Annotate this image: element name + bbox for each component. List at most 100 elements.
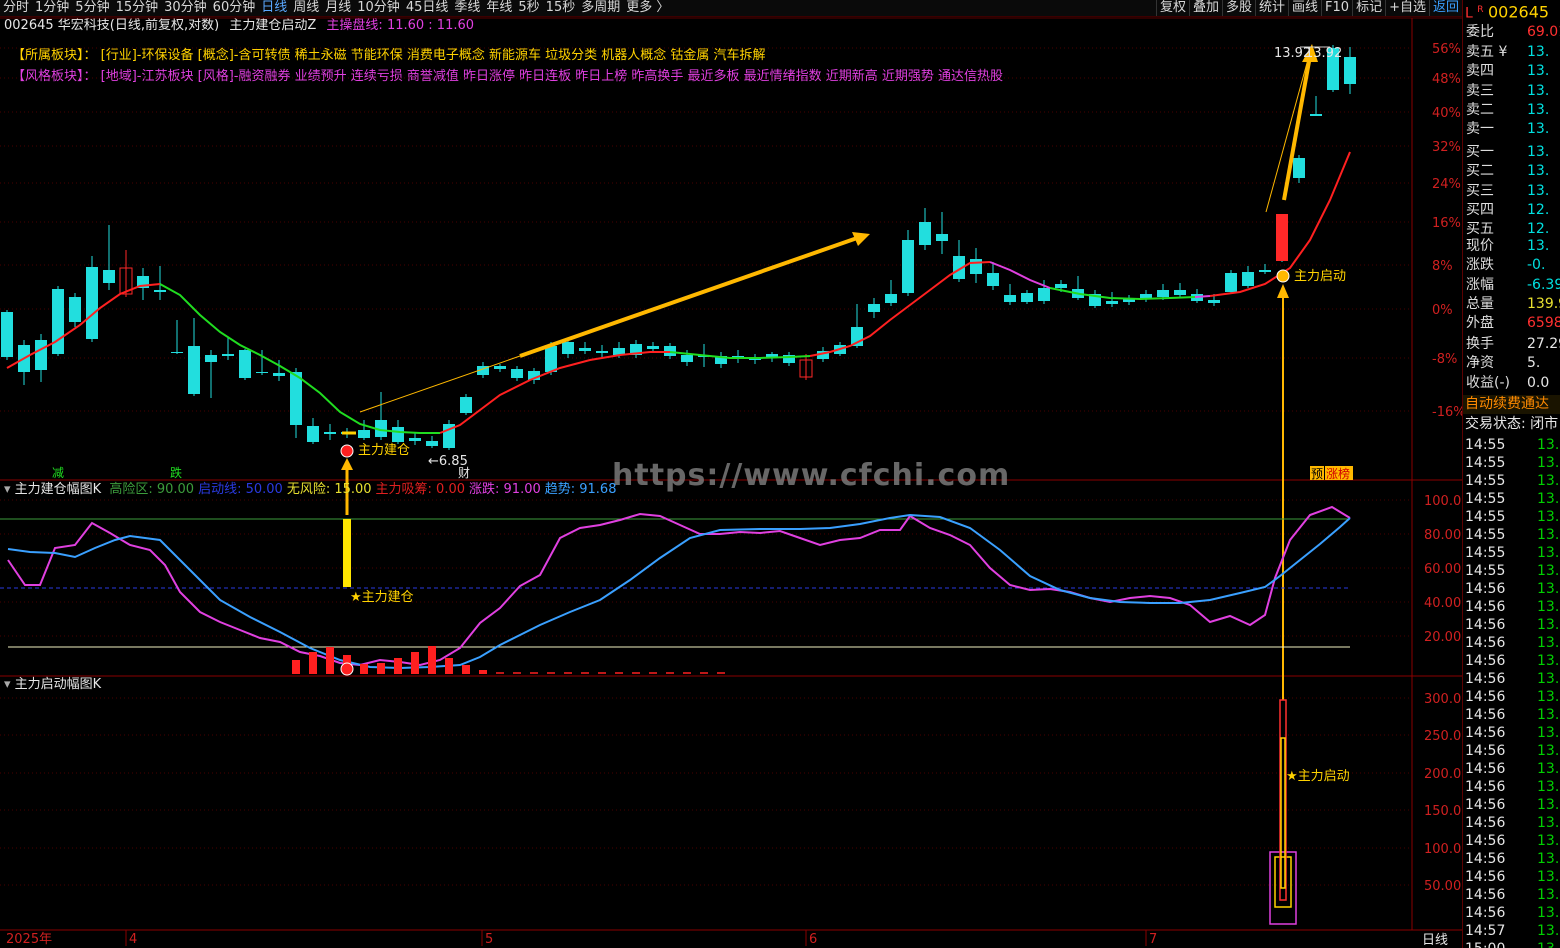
- candle-up: [799, 359, 813, 378]
- candle-down: [1344, 57, 1356, 84]
- candle-down: [783, 355, 795, 363]
- period-tab[interactable]: 5秒: [515, 0, 542, 16]
- main-line-label: 主操盘线:: [326, 18, 383, 33]
- candle-down: [1191, 294, 1203, 301]
- ma-segment-up: [439, 351, 670, 434]
- period-tab[interactable]: 周线: [290, 0, 322, 16]
- period-tab[interactable]: 45日线: [403, 0, 452, 16]
- marker-jian: 减: [52, 466, 64, 480]
- y-axis-label: 150.00: [1424, 804, 1462, 819]
- sub2-title[interactable]: 主力启动幅图K: [15, 677, 102, 692]
- toolbar-button[interactable]: +自选: [1385, 0, 1429, 16]
- toolbar-button[interactable]: 标记: [1352, 0, 1385, 16]
- period-tab[interactable]: 15分钟: [113, 0, 162, 16]
- toolbar-button[interactable]: 复权: [1155, 0, 1189, 16]
- candle-down: [715, 356, 727, 364]
- marker-cai: 财: [458, 466, 470, 480]
- period-tab[interactable]: 日线: [258, 0, 290, 16]
- sub2-header: ▾ 主力启动幅图K: [4, 677, 101, 693]
- candle-down: [1157, 290, 1169, 297]
- absorption-bar: [343, 655, 351, 674]
- marker-die: 跌: [170, 465, 182, 480]
- period-tab[interactable]: 多周期: [578, 0, 623, 16]
- toolbar-button[interactable]: 叠加: [1188, 0, 1222, 16]
- candle-down: [1106, 301, 1118, 304]
- collapse-icon[interactable]: ▾: [4, 482, 11, 497]
- candle-down: [1, 312, 13, 357]
- candle-down: [579, 348, 591, 351]
- quote-panel: L R 002645 委比 69.01 卖五 ¥13. 卖四13. 卖三13. 卖二1…: [1462, 0, 1560, 948]
- r-badge: R: [1477, 5, 1484, 15]
- tick-row: 14:5613.0: [1465, 671, 1560, 687]
- tick-row: 14:5613.0: [1465, 905, 1560, 921]
- period-tab[interactable]: 月线: [322, 0, 354, 16]
- sub1-title[interactable]: 主力建仓幅图K: [15, 482, 102, 497]
- toolbar-button[interactable]: 画线: [1288, 0, 1321, 16]
- candle-down: [834, 345, 846, 354]
- period-tab[interactable]: 10分钟: [354, 0, 403, 16]
- y-axis-label: 50.00: [1424, 879, 1461, 894]
- x-axis-label: 5: [485, 932, 493, 947]
- candle-down: [324, 432, 336, 434]
- ma-segment-down: [669, 351, 811, 359]
- period-tab[interactable]: 5分钟: [72, 0, 112, 16]
- period-tab[interactable]: 季线: [451, 0, 483, 16]
- sector-text-industry[interactable]: [行业]-环保设备 [概念]-含可转债 稀土永磁 节能环保 消费电子概念 新能源…: [101, 48, 766, 63]
- candle-down: [562, 342, 574, 354]
- tick-row: 14:5513.0: [1465, 473, 1560, 489]
- period-tab[interactable]: 15秒: [543, 0, 579, 16]
- period-tab[interactable]: 更多 〉: [623, 0, 672, 16]
- period-tab[interactable]: 60分钟: [210, 0, 259, 16]
- toolbar-button[interactable]: 多股: [1221, 0, 1255, 16]
- candle-down: [477, 366, 489, 375]
- toolbar-button[interactable]: 统计: [1255, 0, 1288, 16]
- candle-down: [987, 273, 999, 286]
- ma-segment-up: [1209, 151, 1351, 297]
- toolbar-button[interactable]: F10: [1321, 0, 1352, 16]
- ma-segment-down: [1049, 287, 1196, 301]
- peak-price-label: 13.92: [1274, 46, 1311, 61]
- sector-text-style[interactable]: [地域]-江苏板块 [风格]-融资融券 业绩预升 连续亏损 商誉减值 昨日涨停 …: [101, 69, 1003, 84]
- launch-signal-bar: [1279, 699, 1287, 901]
- order-book-row: 卖一 13.: [1466, 121, 1550, 138]
- quote-stat-row: 净资 5.: [1466, 355, 1541, 372]
- tick-row: 14:5613.0: [1465, 779, 1560, 795]
- toolbar-button[interactable]: 返回: [1428, 0, 1462, 16]
- arrow-head: [852, 232, 870, 246]
- candle-down: [885, 294, 897, 303]
- trend-arrow: [1282, 55, 1312, 201]
- launch-marker-icon: [1276, 269, 1290, 283]
- tick-row: 14:5613.0: [1465, 653, 1560, 669]
- candle-down: [392, 427, 404, 442]
- candle-down: [630, 344, 642, 355]
- tick-row: 14:5613.0: [1465, 707, 1560, 723]
- tick-row: 14:5613.0: [1465, 617, 1560, 633]
- period-tab[interactable]: 1分钟: [32, 0, 72, 16]
- candle-down: [103, 270, 115, 283]
- badge-yu: [1310, 466, 1324, 480]
- candle-down: [1225, 273, 1237, 292]
- watermark: https://www.cfchi.com: [612, 458, 1011, 493]
- candle-down: [307, 426, 319, 442]
- period-tab[interactable]: 分时: [0, 0, 32, 16]
- candle-down: [970, 259, 982, 274]
- candle-down: [1004, 295, 1016, 302]
- candle-down: [1140, 294, 1152, 299]
- tick-row: 14:5613.0: [1465, 635, 1560, 651]
- renew-banner[interactable]: 自动续费通达: [1463, 395, 1560, 414]
- period-tab[interactable]: 30分钟: [161, 0, 210, 16]
- candle-down: [256, 372, 268, 373]
- y-axis-label: 0%: [1432, 303, 1453, 318]
- order-book-row: 卖二 13.: [1466, 101, 1550, 118]
- chart-text-labels: 13.9213.92 ←6.85 主力建仓 主力启动 ★主力建仓 ★主力启动 减 跌 财 预涨榜: [52, 46, 1353, 784]
- build-signal-bar: [343, 519, 351, 587]
- indicator-name[interactable]: 主力建仓启动Z: [229, 18, 316, 33]
- collapse-icon[interactable]: ▾: [4, 677, 11, 692]
- period-tab[interactable]: 年线: [483, 0, 515, 16]
- candle-down: [1327, 48, 1339, 90]
- launch-inner-box: [1274, 856, 1292, 908]
- y-axis-label: 250.00: [1424, 729, 1462, 744]
- y-axis-label: 100.00: [1424, 842, 1462, 857]
- sector-row-style: 【风格板块】： [地域]-江苏板块 [风格]-融资融券 业绩预升 连续亏损 商誉…: [12, 68, 1003, 86]
- ma-segment-down: [159, 283, 440, 434]
